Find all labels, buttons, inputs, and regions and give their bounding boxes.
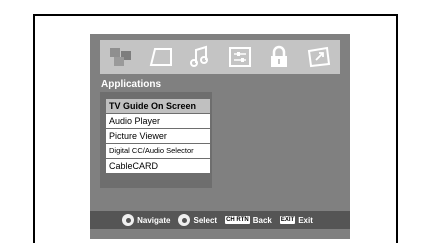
setup-tab[interactable] bbox=[225, 44, 255, 70]
exit-hint: Exit bbox=[298, 215, 313, 225]
audio-tab[interactable] bbox=[185, 44, 215, 70]
setup-tab-icon bbox=[228, 47, 251, 67]
picture-tab-icon bbox=[110, 48, 131, 66]
menu-tab-bar bbox=[100, 40, 340, 74]
menu-screen: Applications TV Guide On Screen Audio Pl… bbox=[90, 34, 350, 239]
applications-menu: TV Guide On Screen Audio Player Picture … bbox=[100, 92, 212, 188]
navigate-hint: Navigate bbox=[137, 215, 171, 225]
select-button-icon bbox=[178, 214, 191, 226]
ch-rtn-key-icon: CH RTN bbox=[225, 216, 250, 224]
lock-tab[interactable] bbox=[264, 44, 294, 70]
select-hint: Select bbox=[193, 215, 218, 225]
lock-tab-icon bbox=[271, 45, 288, 67]
applications-tab-icon bbox=[307, 46, 331, 68]
screen-tab-icon bbox=[149, 48, 172, 66]
menu-item-cablecard[interactable]: CableCARD bbox=[106, 159, 210, 173]
navigate-pad-icon bbox=[122, 214, 135, 226]
screen-tab[interactable] bbox=[146, 44, 176, 70]
menu-item-digital-cc-audio[interactable]: Digital CC/Audio Selector bbox=[106, 144, 210, 158]
menu-title: Applications bbox=[101, 79, 162, 90]
audio-tab-icon bbox=[190, 45, 209, 67]
exit-key-icon: EXIT bbox=[279, 216, 296, 224]
applications-tab[interactable] bbox=[304, 44, 334, 70]
menu-item-audio-player[interactable]: Audio Player bbox=[106, 114, 210, 128]
menu-list: TV Guide On Screen Audio Player Picture … bbox=[106, 99, 210, 174]
menu-item-picture-viewer[interactable]: Picture Viewer bbox=[106, 129, 210, 143]
back-hint: Back bbox=[252, 215, 272, 225]
button-guide-bar: Navigate Select CH RTN Back EXIT Exit bbox=[90, 211, 350, 229]
picture-tab[interactable] bbox=[106, 44, 136, 70]
menu-item-tv-guide[interactable]: TV Guide On Screen bbox=[106, 99, 210, 113]
